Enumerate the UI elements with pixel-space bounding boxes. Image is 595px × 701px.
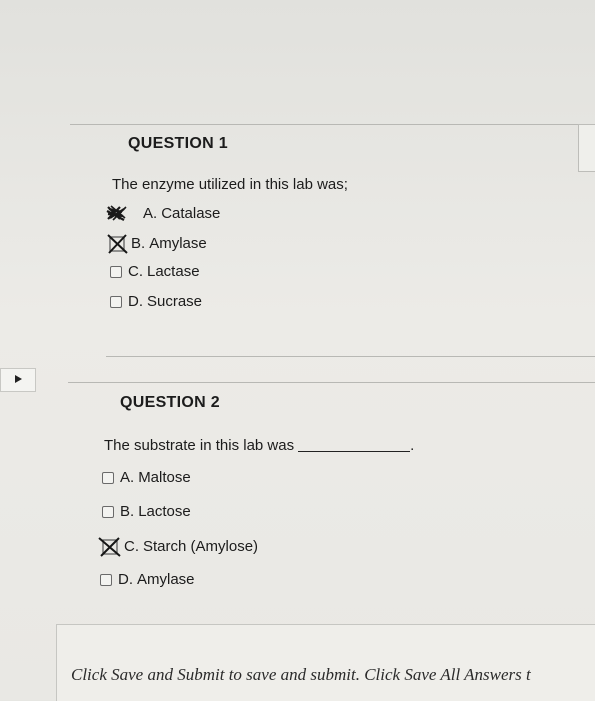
option-label: Sucrase	[147, 293, 203, 310]
option-label: Starch (Amylose)	[143, 537, 259, 555]
option-letter: B.	[131, 234, 146, 252]
checkbox[interactable]	[110, 265, 122, 278]
divider	[70, 124, 578, 125]
answer-box-edge	[578, 124, 595, 172]
question-2-option-c[interactable]: C. Starch (Amylose)	[97, 536, 259, 557]
option-label: Maltose	[138, 469, 191, 486]
option-letter: B.	[120, 503, 135, 520]
question-1-option-c[interactable]: C. Lactase	[110, 263, 200, 280]
option-letter: A.	[120, 469, 135, 486]
question-2-title: QUESTION 2	[120, 394, 220, 411]
x-mark-icon	[97, 536, 123, 557]
question-1-title: QUESTION 1	[128, 135, 228, 152]
divider	[106, 356, 595, 357]
question-1-text: The enzyme utilized in this lab was;	[112, 176, 348, 193]
checkbox[interactable]	[100, 573, 112, 586]
answer-blank	[298, 451, 411, 452]
question-1-option-a[interactable]: A. Catalase	[106, 203, 220, 223]
checkbox[interactable]	[110, 295, 122, 308]
option-letter: C.	[124, 537, 139, 555]
option-label: Lactase	[147, 263, 200, 280]
question-2-text-content: The substrate in this lab was	[104, 437, 295, 454]
question-2-option-d[interactable]: D. Amylase	[100, 571, 195, 588]
footer-panel: Click Save and Submit to save and submit…	[56, 624, 595, 701]
question-2-text: The substrate in this lab was.	[104, 437, 415, 454]
option-letter: D.	[128, 293, 143, 310]
divider	[68, 382, 595, 383]
option-letter: D.	[118, 571, 133, 588]
option-label: Lactose	[138, 503, 191, 520]
option-label: Catalase	[161, 204, 221, 222]
question-1-option-d[interactable]: D. Sucrase	[110, 293, 202, 310]
footer-instructions: Click Save and Submit to save and submit…	[71, 665, 531, 684]
scribble-mark-icon	[106, 203, 128, 223]
expand-question-button[interactable]	[0, 368, 36, 392]
option-label: Amylase	[149, 234, 207, 252]
option-label: Amylase	[137, 571, 195, 588]
question-2-option-a[interactable]: A. Maltose	[102, 469, 191, 486]
question-2-option-b[interactable]: B. Lactose	[102, 503, 191, 520]
option-letter: C.	[128, 263, 143, 280]
play-triangle-icon	[13, 371, 23, 389]
checkbox[interactable]	[102, 471, 114, 484]
question-1-option-b[interactable]: B. Amylase	[106, 233, 207, 254]
quiz-page: QUESTION 1 The enzyme utilized in this l…	[0, 0, 595, 701]
x-mark-icon	[106, 233, 130, 254]
checkbox[interactable]	[102, 505, 114, 518]
